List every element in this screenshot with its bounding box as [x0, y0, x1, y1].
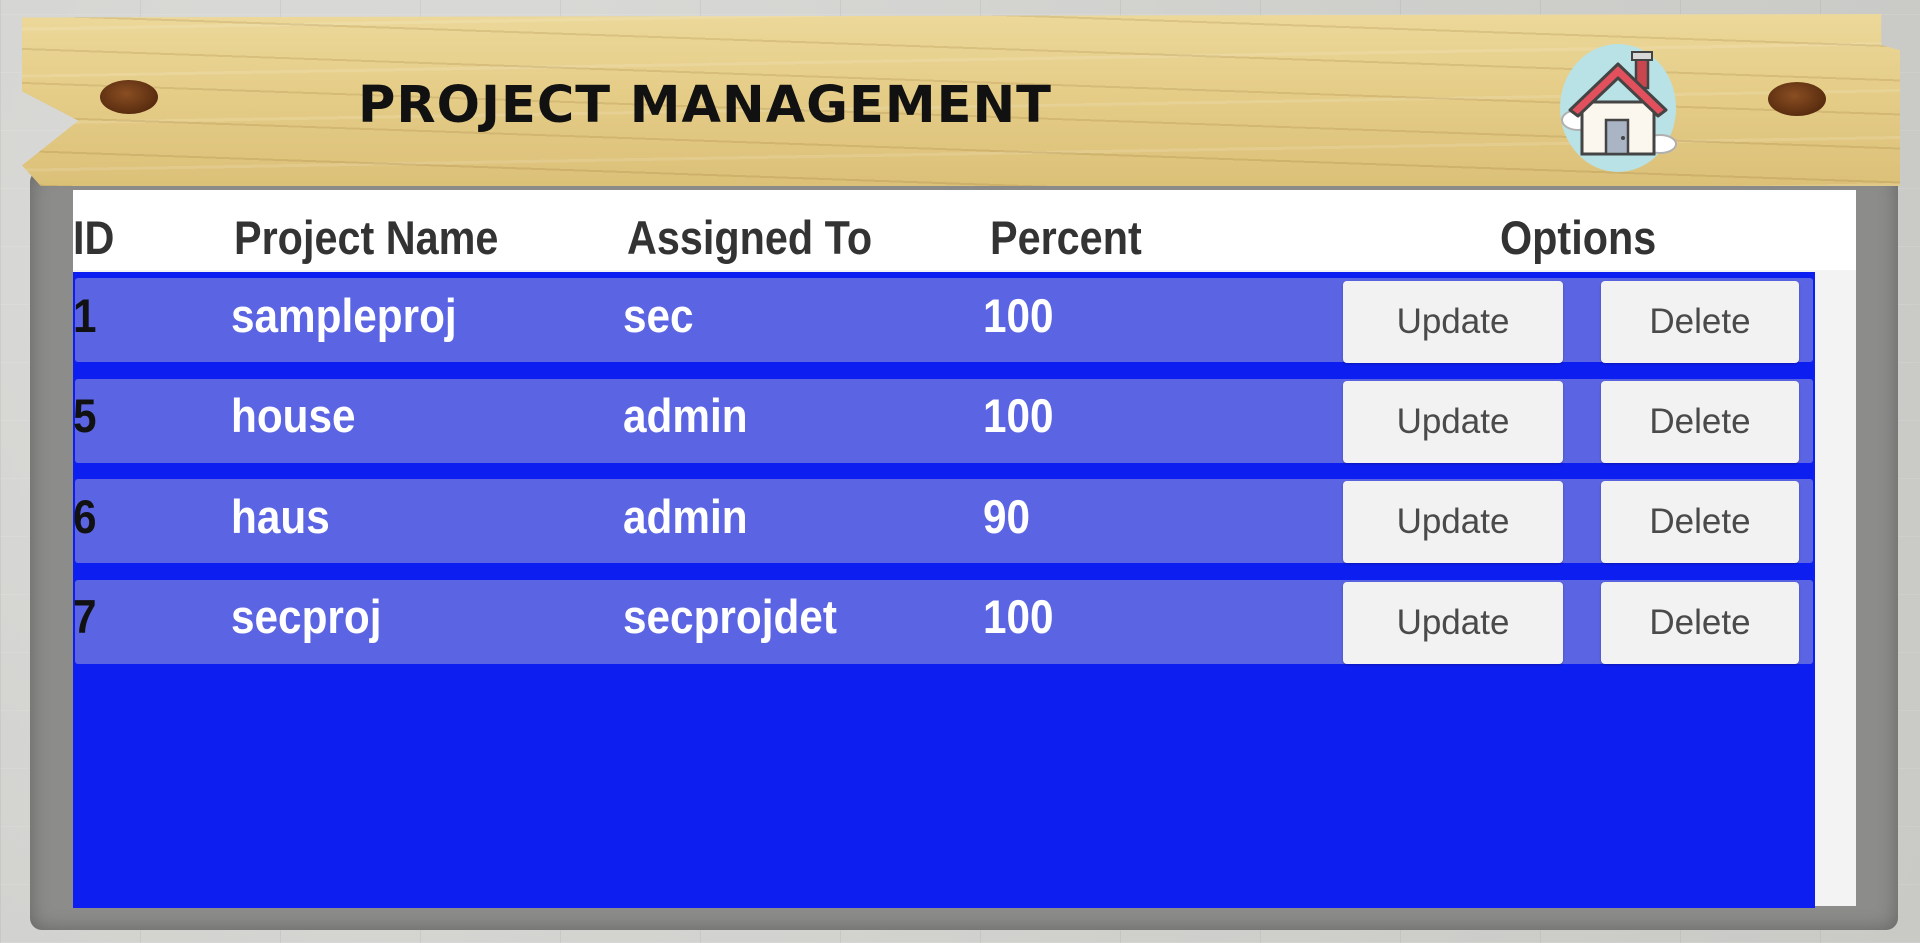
page-title: PROJECT MANAGEMENT: [358, 76, 1052, 135]
column-header-options: Options: [1500, 211, 1657, 264]
row-id: 6: [73, 490, 97, 543]
row-id: 1: [73, 289, 97, 342]
row-percent: 100: [983, 590, 1054, 643]
row-percent: 100: [983, 289, 1054, 342]
update-button[interactable]: Update: [1343, 582, 1563, 664]
house-icon: [1560, 44, 1677, 172]
column-header-id: ID: [73, 211, 115, 264]
row-assigned-to: sec: [623, 289, 694, 342]
row-project-name: house: [231, 389, 356, 442]
row-percent: 90: [983, 490, 1031, 543]
update-button[interactable]: Update: [1343, 481, 1563, 563]
column-header-project-name: Project Name: [234, 211, 499, 264]
delete-button[interactable]: Delete: [1601, 582, 1799, 664]
delete-button[interactable]: Delete: [1601, 381, 1799, 463]
row-percent: 100: [983, 389, 1054, 442]
home-button[interactable]: [1548, 36, 1688, 172]
nail-hole-left: [100, 80, 158, 114]
row-project-name: sampleproj: [231, 289, 457, 342]
update-button[interactable]: Update: [1343, 281, 1563, 363]
row-assigned-to: secprojdet: [623, 590, 837, 643]
nail-hole-right: [1768, 82, 1826, 116]
row-id: 5: [73, 389, 97, 442]
column-header-percent: Percent: [990, 211, 1142, 264]
column-header-assigned-to: Assigned To: [627, 211, 873, 264]
row-assigned-to: admin: [623, 389, 748, 442]
delete-button[interactable]: Delete: [1601, 481, 1799, 563]
delete-button[interactable]: Delete: [1601, 281, 1799, 363]
row-id: 7: [73, 590, 97, 643]
row-project-name: secproj: [231, 590, 382, 643]
update-button[interactable]: Update: [1343, 381, 1563, 463]
row-project-name: haus: [231, 490, 330, 543]
row-assigned-to: admin: [623, 490, 748, 543]
